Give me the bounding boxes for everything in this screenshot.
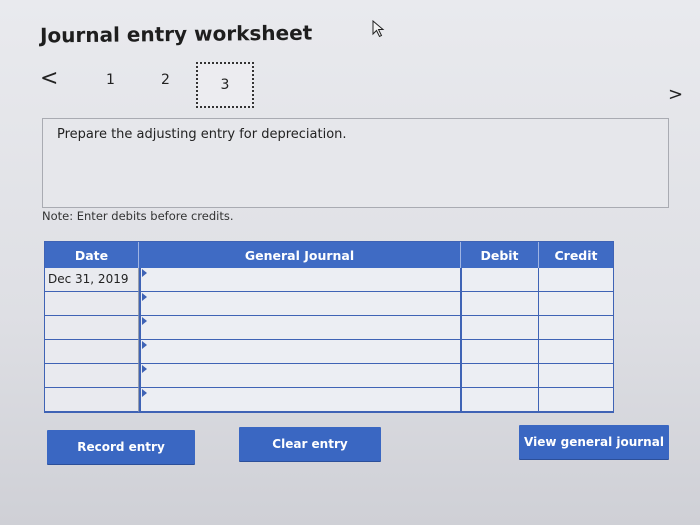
date-cell[interactable] (45, 364, 139, 388)
step-3-tab-active[interactable]: 3 (196, 62, 254, 108)
date-column-header: Date (45, 242, 139, 268)
credit-input[interactable] (539, 316, 613, 340)
account-select[interactable] (139, 388, 461, 412)
credit-input[interactable] (539, 268, 613, 292)
table-row (45, 340, 613, 364)
step-2-tab[interactable]: 2 (161, 72, 170, 88)
debit-input[interactable] (461, 292, 539, 316)
note-text: Note: Enter debits before credits. (42, 209, 234, 223)
dropdown-marker-icon (142, 389, 147, 397)
credit-input[interactable] (539, 364, 613, 388)
step-1-tab[interactable]: 1 (106, 72, 115, 88)
clear-entry-button[interactable]: Clear entry (239, 427, 381, 461)
account-select[interactable] (139, 340, 461, 364)
date-cell[interactable] (45, 316, 139, 340)
account-select[interactable] (139, 292, 461, 316)
debit-input[interactable] (461, 388, 539, 412)
dropdown-marker-icon (142, 293, 147, 301)
credit-input[interactable] (539, 292, 613, 316)
dropdown-marker-icon (142, 341, 147, 349)
record-entry-button[interactable]: Record entry (47, 430, 195, 464)
debit-input[interactable] (461, 340, 539, 364)
table-row: Dec 31, 2019 (45, 268, 613, 292)
general-journal-column-header: General Journal (139, 242, 461, 268)
dropdown-marker-icon (142, 317, 147, 325)
table-row (45, 364, 613, 388)
date-cell[interactable]: Dec 31, 2019 (45, 268, 139, 292)
account-select[interactable] (139, 316, 461, 340)
date-cell[interactable] (45, 340, 139, 364)
debit-input[interactable] (461, 268, 539, 292)
debit-column-header: Debit (461, 242, 539, 268)
instruction-panel: Prepare the adjusting entry for deprecia… (42, 118, 669, 208)
credit-column-header: Credit (539, 242, 613, 268)
next-step-button[interactable]: > (668, 84, 683, 105)
journal-table: Date General Journal Debit Credit Dec 31… (44, 241, 614, 413)
page-title: Journal entry worksheet (39, 20, 313, 48)
account-select[interactable] (139, 364, 461, 388)
table-row (45, 388, 613, 412)
credit-input[interactable] (539, 388, 613, 412)
table-row (45, 316, 613, 340)
step-navigator: < 1 2 3 > (40, 62, 700, 112)
previous-step-button[interactable]: < (40, 66, 58, 91)
account-select[interactable] (139, 268, 461, 292)
dropdown-marker-icon (142, 365, 147, 373)
date-cell[interactable] (45, 292, 139, 316)
worksheet-screen: Journal entry worksheet < 1 2 3 > Prepar… (0, 0, 700, 525)
table-row (45, 292, 613, 316)
view-general-journal-button[interactable]: View general journal (519, 425, 669, 459)
credit-input[interactable] (539, 340, 613, 364)
debit-input[interactable] (461, 316, 539, 340)
dropdown-marker-icon (142, 269, 147, 277)
date-cell[interactable] (45, 388, 139, 412)
instruction-text: Prepare the adjusting entry for deprecia… (57, 127, 347, 142)
debit-input[interactable] (461, 364, 539, 388)
pointer-cursor-icon (372, 20, 385, 38)
